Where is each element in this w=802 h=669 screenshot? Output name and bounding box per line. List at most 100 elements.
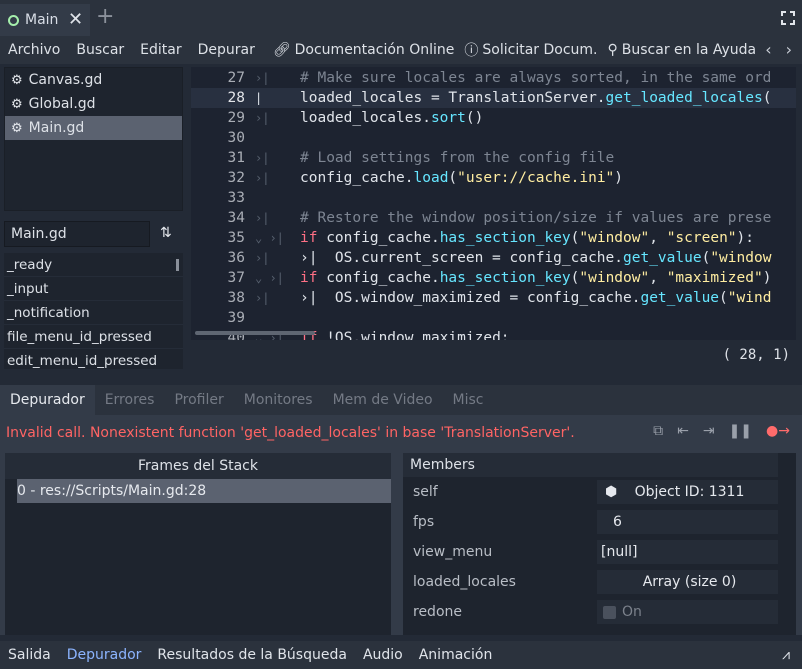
- menu-buscar[interactable]: Buscar: [68, 42, 132, 58]
- member-name: self: [413, 484, 438, 500]
- member-value[interactable]: 6: [597, 510, 778, 534]
- search-help-icon: ⚲: [607, 42, 618, 58]
- line-number: 32: [227, 170, 245, 186]
- code-line: 39: [191, 308, 796, 328]
- member-value-text: On: [622, 604, 642, 620]
- gear-icon: ⚙: [11, 120, 23, 136]
- member-name: redone: [413, 604, 462, 620]
- stack-frames-panel: Frames del Stack 0 - res://Scripts/Main.…: [5, 453, 391, 635]
- members-inspector: Members self ⬢ Object ID: 1311 fps 6 view_m…: [403, 453, 796, 635]
- tab-depurador[interactable]: Depurador: [0, 385, 95, 415]
- code-line: 37 ⌄ ›| if config_cache.has_section_key("w…: [191, 268, 796, 288]
- member-name: loaded_locales: [413, 574, 516, 590]
- close-tab-icon[interactable]: ✕: [68, 9, 83, 30]
- checkbox-icon: [603, 605, 616, 619]
- code-line: 29 ›| loaded_locales.sort(): [191, 108, 796, 128]
- step-into-icon[interactable]: ⇤: [677, 423, 689, 439]
- line-number: 29: [227, 110, 245, 126]
- tab-audio[interactable]: Audio: [355, 647, 411, 663]
- link-icon: 🔗︎: [272, 42, 291, 58]
- debugger-panel: Invalid call. Nonexistent function 'get_…: [0, 415, 802, 635]
- search-help-button[interactable]: ⚲ Buscar en la Ayuda: [608, 42, 757, 58]
- error-message: Invalid call. Nonexistent function 'get_…: [6, 425, 575, 441]
- code-line: 31 ›| # Load settings from the config file: [191, 148, 796, 168]
- member-row: self ⬢ Object ID: 1311: [403, 477, 778, 507]
- methods-scrollbar[interactable]: [176, 259, 179, 271]
- code-line: 27 ›| # Make sure locales are always sorte…: [191, 68, 796, 88]
- online-docs-button[interactable]: 🔗︎ Documentación Online: [273, 42, 455, 58]
- line-number: 34: [227, 210, 245, 226]
- gear-icon: ⚙: [11, 72, 23, 88]
- editor-horizontal-scrollbar[interactable]: [195, 331, 315, 335]
- debugger-tabs: Depurador Errores Profiler Monitores Mem…: [0, 385, 802, 415]
- member-value[interactable]: ⬢ Object ID: 1311: [597, 480, 778, 504]
- tab-depurador-bottom[interactable]: Depurador: [59, 647, 150, 663]
- member-value[interactable]: Array (size 0): [597, 570, 778, 594]
- tab-resultados-busqueda[interactable]: Resultados de la Búsqueda: [149, 647, 355, 663]
- member-row: redone On: [403, 597, 778, 627]
- code-line: 36 ›| ›| OS.current_screen = config_cache.…: [191, 248, 796, 268]
- bottom-panel-tabs: Salida Depurador Resultados de la Búsque…: [0, 641, 802, 669]
- code-line: 34 ›| # Restore the window position/size i…: [191, 208, 796, 228]
- copy-error-icon[interactable]: ⧉: [653, 423, 663, 439]
- method-item[interactable]: _notification: [4, 301, 183, 325]
- member-name: fps: [413, 514, 435, 530]
- line-number: 39: [227, 310, 245, 326]
- methods-filter-input[interactable]: Main.gd: [4, 221, 150, 247]
- script-item-canvas[interactable]: ⚙ Canvas.gd: [5, 68, 182, 92]
- history-back-icon[interactable]: ‹: [765, 40, 771, 59]
- script-list: ⚙ Canvas.gd ⚙ Global.gd ⚙ Main.gd: [4, 67, 183, 211]
- line-number: 37: [227, 270, 245, 286]
- cursor-position: ( 28, 1): [722, 347, 790, 363]
- scene-tab-main[interactable]: Main ✕: [0, 4, 90, 36]
- code-line-current: 28 | loaded_locales = TranslationServer.ge…: [191, 88, 796, 108]
- fullscreen-icon[interactable]: [780, 10, 796, 26]
- add-tab-icon[interactable]: +: [96, 4, 114, 29]
- line-number: 36: [227, 250, 245, 266]
- continue-icon[interactable]: ●→: [766, 423, 790, 439]
- code-line: 33: [191, 188, 796, 208]
- line-number: 33: [227, 190, 245, 206]
- method-item[interactable]: _input: [4, 277, 183, 301]
- line-number: 28: [227, 90, 245, 106]
- code-line: 35 ⌄ ›| if config_cache.has_section_key("w…: [191, 228, 796, 248]
- tab-misc[interactable]: Misc: [443, 385, 494, 415]
- code-line: 32 ›| config_cache.load("user://cache.ini"…: [191, 168, 796, 188]
- line-number: 27: [227, 70, 245, 86]
- tab-profiler[interactable]: Profiler: [164, 385, 233, 415]
- line-number: 31: [227, 150, 245, 166]
- tab-mem-video[interactable]: Mem de Video: [323, 385, 443, 415]
- method-item[interactable]: file_menu_id_pressed: [4, 325, 183, 349]
- request-docs-button[interactable]: ⓘ Solicitar Docum.: [464, 40, 597, 60]
- line-number: 35: [227, 230, 245, 246]
- pin-panel-icon[interactable]: ⩘: [782, 647, 790, 663]
- method-item[interactable]: _ready: [4, 253, 183, 277]
- title-bar: Main ✕ +: [0, 0, 802, 36]
- code-editor[interactable]: 27 ›| # Make sure locales are always sorte…: [191, 67, 796, 340]
- tab-salida[interactable]: Salida: [0, 647, 59, 663]
- menu-depurar[interactable]: Depurar: [190, 42, 263, 58]
- code-line: 30: [191, 128, 796, 148]
- request-docs-label: Solicitar Docum.: [482, 42, 598, 58]
- members-header: Members: [403, 453, 778, 477]
- object-icon: ⬢: [605, 484, 618, 500]
- history-forward-icon[interactable]: ›: [786, 40, 792, 59]
- method-item[interactable]: edit_menu_id_pressed: [4, 349, 183, 369]
- tab-animacion[interactable]: Animación: [411, 647, 501, 663]
- pause-icon[interactable]: ❚❚: [729, 423, 752, 439]
- member-value[interactable]: [null]: [597, 540, 778, 564]
- code-line: 38 ›| ›| OS.window_maximized = config_cach…: [191, 288, 796, 308]
- tab-monitores[interactable]: Monitores: [234, 385, 323, 415]
- script-item-label: Global.gd: [28, 96, 96, 112]
- script-item-main[interactable]: ⚙ Main.gd: [5, 116, 182, 140]
- script-item-global[interactable]: ⚙ Global.gd: [5, 92, 182, 116]
- sort-icon[interactable]: ⇅: [160, 225, 178, 243]
- member-checkbox[interactable]: On: [597, 600, 778, 624]
- menu-editar[interactable]: Editar: [132, 42, 189, 58]
- step-over-icon[interactable]: ⇥: [703, 423, 715, 439]
- member-row: loaded_locales Array (size 0): [403, 567, 778, 597]
- online-docs-label: Documentación Online: [294, 42, 455, 58]
- menu-archivo[interactable]: Archivo: [0, 42, 68, 58]
- stack-frame-row[interactable]: 0 - res://Scripts/Main.gd:28: [17, 479, 391, 503]
- tab-errores[interactable]: Errores: [95, 385, 165, 415]
